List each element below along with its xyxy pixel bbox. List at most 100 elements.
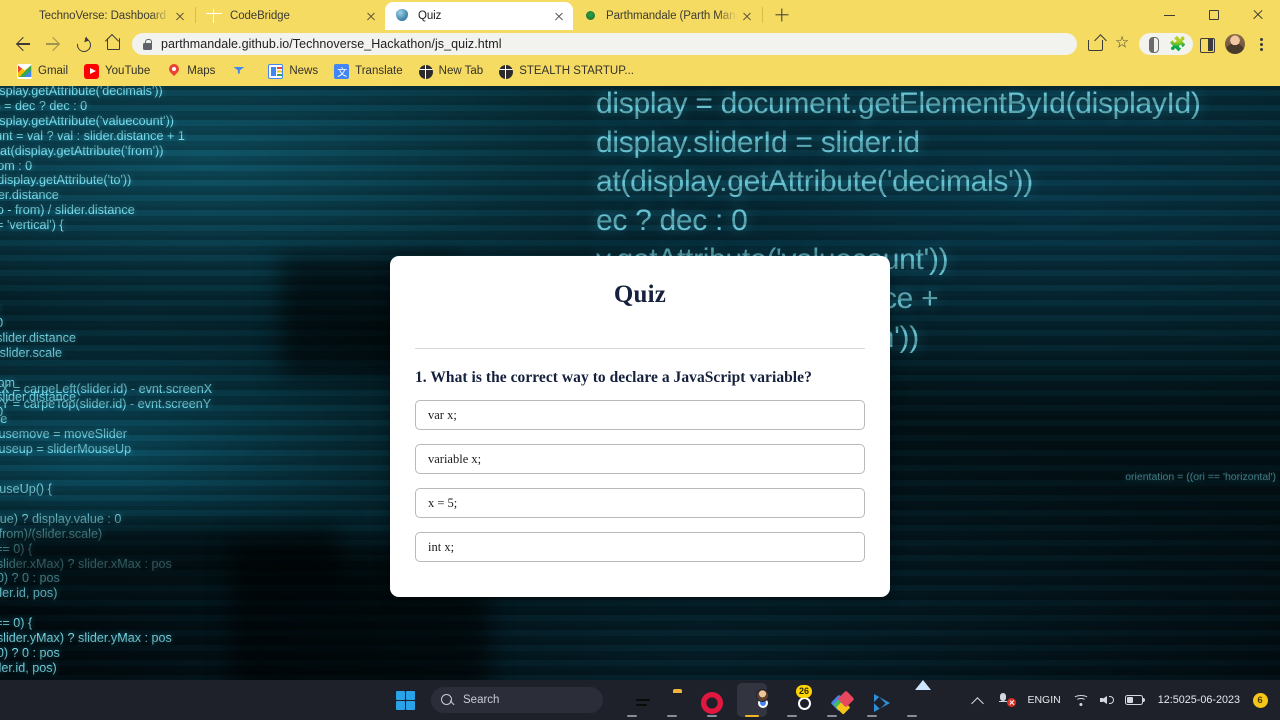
news-icon	[268, 63, 284, 79]
divider	[415, 348, 865, 349]
chevron-up-icon[interactable]	[964, 680, 990, 720]
tab-title: Quiz	[418, 10, 442, 22]
bookmark-label: News	[289, 65, 319, 77]
taskbar-apps: 26	[617, 683, 927, 717]
puzzle-icon[interactable]: 🧩	[1165, 33, 1191, 55]
tab-close-icon[interactable]	[363, 8, 379, 24]
reload-icon[interactable]	[68, 30, 98, 58]
three-dot-menu-icon[interactable]	[1250, 31, 1272, 57]
address-bar[interactable]: parthmandale.github.io/Technoverse_Hacka…	[132, 33, 1077, 55]
taskbar-app-spotify[interactable]	[617, 683, 647, 717]
globe-icon	[207, 9, 222, 24]
translate-icon	[334, 63, 350, 79]
language-line-2: IN	[1050, 693, 1061, 706]
screen: TechnoVerse: Dashboard | Devfolio CodeBr…	[0, 0, 1280, 720]
tab-technoverse-dashboard[interactable]: TechnoVerse: Dashboard | Devfolio	[6, 2, 194, 30]
youtube-icon	[84, 63, 100, 79]
taskbar-app-chrome[interactable]	[737, 683, 769, 717]
answer-option[interactable]: var x;	[415, 400, 865, 430]
dark-mode-icon[interactable]	[1141, 33, 1165, 55]
windows-taskbar: Search 26 ENG IN 12:50 25-06-2023 6	[0, 680, 1280, 720]
tab-parthmandale-github[interactable]: Parthmandale (Parth Mandale )	[573, 2, 761, 30]
extension-pill: 🧩	[1139, 33, 1193, 55]
notification-badge[interactable]: 6	[1248, 680, 1272, 720]
bookmark-label: Maps	[187, 65, 216, 77]
tab-title: Parthmandale (Parth Mandale )	[606, 10, 737, 22]
bookmark-new-tab[interactable]: New Tab	[412, 62, 491, 81]
tab-quiz[interactable]: Quiz	[385, 2, 573, 30]
taskbar-center-group: Search 26	[385, 680, 927, 720]
language-line-1: ENG	[1027, 693, 1051, 706]
forward-icon[interactable]	[38, 30, 68, 58]
quiz-balloon-icon	[395, 9, 410, 24]
bookmark-label: Translate	[355, 65, 403, 77]
taskbar-app-file-explorer[interactable]	[657, 683, 687, 717]
wifi-icon[interactable]	[1068, 680, 1094, 720]
home-icon[interactable]	[98, 30, 128, 58]
answer-option[interactable]: x = 5;	[415, 488, 865, 518]
bookmark-translate[interactable]: Translate	[327, 62, 410, 81]
notification-count: 6	[1252, 692, 1268, 708]
system-tray: ENG IN 12:50 25-06-2023 6	[964, 680, 1272, 720]
battery-icon[interactable]	[1120, 680, 1150, 720]
clock-date: 25-06-2023	[1184, 694, 1240, 706]
bookmark-label: New Tab	[438, 65, 484, 77]
taskbar-app-vscode[interactable]	[857, 683, 887, 717]
search-placeholder: Search	[463, 694, 500, 706]
tab-close-icon[interactable]	[172, 8, 188, 24]
whatsapp-unread-badge: 26	[796, 685, 812, 698]
speaker-icon[interactable]	[1094, 680, 1120, 720]
tab-title: CodeBridge	[230, 10, 290, 22]
star-icon[interactable]: ☆	[1109, 31, 1135, 57]
browser-window: TechnoVerse: Dashboard | Devfolio CodeBr…	[0, 0, 1280, 86]
lock-icon	[142, 38, 153, 51]
toolbar-right-actions: ☆ 🧩	[1083, 31, 1272, 57]
bookmark-stealth-startup[interactable]: STEALTH STARTUP...	[492, 62, 641, 81]
bookmark-youtube[interactable]: YouTube	[77, 62, 157, 81]
tab-codebridge[interactable]: CodeBridge	[197, 2, 385, 30]
tab-separator	[762, 7, 763, 23]
page-title: Quiz	[613, 281, 667, 308]
bookmark-label: Gmail	[38, 65, 69, 77]
taskbar-app-photos[interactable]	[897, 683, 927, 717]
answer-option[interactable]: variable x;	[415, 444, 865, 474]
minimize-button[interactable]	[1148, 0, 1192, 30]
taskbar-app-opera[interactable]	[697, 683, 727, 717]
language-indicator[interactable]: ENG IN	[1020, 680, 1067, 720]
question-text: 1. What is the correct way to declare a …	[415, 369, 812, 386]
bookmarks-bar: Gmail YouTube Maps News Translate	[0, 58, 1280, 84]
bookmark-news[interactable]: News	[261, 62, 325, 81]
clock[interactable]: 12:50 25-06-2023	[1150, 680, 1248, 720]
answer-options-list: var x; variable x; x = 5; int x;	[415, 400, 865, 562]
close-window-button[interactable]	[1236, 0, 1280, 30]
globe-icon	[499, 64, 514, 79]
bookmark-funnel[interactable]	[224, 62, 259, 81]
url-text: parthmandale.github.io/Technoverse_Hacka…	[161, 37, 502, 51]
maximize-button[interactable]	[1192, 0, 1236, 30]
taskbar-app-color-app[interactable]	[817, 683, 847, 717]
profile-avatar[interactable]	[1222, 31, 1248, 57]
gmail-icon	[17, 63, 32, 79]
search-input[interactable]: Search	[431, 687, 603, 713]
browser-toolbar: parthmandale.github.io/Technoverse_Hacka…	[0, 30, 1280, 58]
tab-title: TechnoVerse: Dashboard | Devfolio	[39, 10, 170, 22]
tab-close-icon[interactable]	[739, 8, 755, 24]
tab-strip: TechnoVerse: Dashboard | Devfolio CodeBr…	[0, 0, 1280, 30]
funnel-icon	[231, 64, 246, 79]
new-tab-button[interactable]	[768, 1, 796, 29]
taskbar-app-whatsapp[interactable]: 26	[777, 683, 812, 717]
bookmark-gmail[interactable]: Gmail	[10, 62, 75, 81]
windows-start-icon[interactable]	[385, 680, 425, 720]
window-controls	[1148, 0, 1280, 30]
answer-option[interactable]: int x;	[415, 532, 865, 562]
side-panel-icon[interactable]	[1193, 33, 1219, 55]
quiz-card: Quiz 1. What is the correct way to decla…	[390, 256, 890, 597]
share-icon[interactable]	[1083, 31, 1109, 57]
clock-time: 12:50	[1157, 694, 1185, 706]
chrome-profile-badge	[756, 689, 769, 702]
tab-close-icon[interactable]	[551, 8, 567, 24]
bookmark-maps[interactable]: Maps	[159, 62, 222, 81]
mic-muted-icon[interactable]	[990, 680, 1020, 720]
back-icon[interactable]	[8, 30, 38, 58]
tab-separator	[195, 7, 196, 23]
